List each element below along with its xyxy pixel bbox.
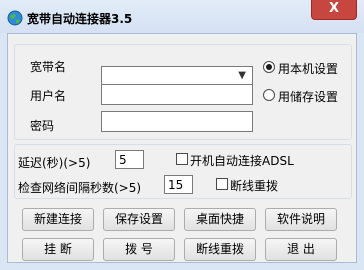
use-local-settings-option[interactable]: 用本机设置 xyxy=(263,60,353,76)
main-panel: 宽带名 ▼ 用户名 密码 用本机设置 用储存设置 延迟(秒)(>5) 开机自动连… xyxy=(7,33,357,263)
delay-input[interactable] xyxy=(115,150,144,169)
username-input[interactable] xyxy=(101,84,253,105)
globe-app-icon xyxy=(7,10,23,26)
title-bar[interactable]: 宽带自动连接器3.5 X xyxy=(0,0,364,33)
password-input[interactable] xyxy=(101,111,253,132)
close-button[interactable]: X xyxy=(311,0,357,20)
broadband-name-select[interactable]: ▼ xyxy=(101,66,253,86)
use-stored-settings-option[interactable]: 用储存设置 xyxy=(263,88,353,104)
check-interval-input[interactable] xyxy=(164,175,193,194)
use-stored-settings-radio[interactable] xyxy=(263,89,275,101)
save-settings-button[interactable]: 保存设置 xyxy=(103,208,175,231)
password-label: 密码 xyxy=(30,119,55,133)
chevron-down-icon: ▼ xyxy=(238,70,246,81)
exit-button[interactable]: 退 出 xyxy=(265,238,337,261)
new-connection-button[interactable]: 新建连接 xyxy=(22,208,94,231)
delay-label: 延迟(秒)(>5) xyxy=(18,156,91,170)
use-local-settings-label: 用本机设置 xyxy=(278,62,339,76)
redial-label: 断线重拨 xyxy=(230,179,279,193)
window-title: 宽带自动连接器3.5 xyxy=(27,12,133,26)
username-label: 用户名 xyxy=(30,89,67,103)
help-button[interactable]: 软件说明 xyxy=(265,208,337,231)
desktop-shortcut-button[interactable]: 桌面快捷 xyxy=(184,208,256,231)
account-group: 宽带名 ▼ 用户名 密码 用本机设置 用储存设置 xyxy=(14,44,352,140)
close-icon: X xyxy=(328,1,340,16)
reconnect-button[interactable]: 断线重拨 xyxy=(184,238,256,261)
check-interval-label: 检查网络间隔秒数(>5) xyxy=(18,181,142,195)
autostart-checkbox[interactable] xyxy=(176,153,188,165)
hangup-button[interactable]: 挂 断 xyxy=(22,238,94,261)
broadband-name-label: 宽带名 xyxy=(30,60,67,74)
autostart-label: 开机自动连接ADSL xyxy=(190,154,294,168)
dial-button[interactable]: 拨 号 xyxy=(103,238,175,261)
redial-checkbox[interactable] xyxy=(216,178,228,190)
use-stored-settings-label: 用储存设置 xyxy=(278,90,339,104)
use-local-settings-radio[interactable] xyxy=(263,61,275,73)
options-group: 延迟(秒)(>5) 开机自动连接ADSL 检查网络间隔秒数(>5) 断线重拨 xyxy=(14,144,352,199)
